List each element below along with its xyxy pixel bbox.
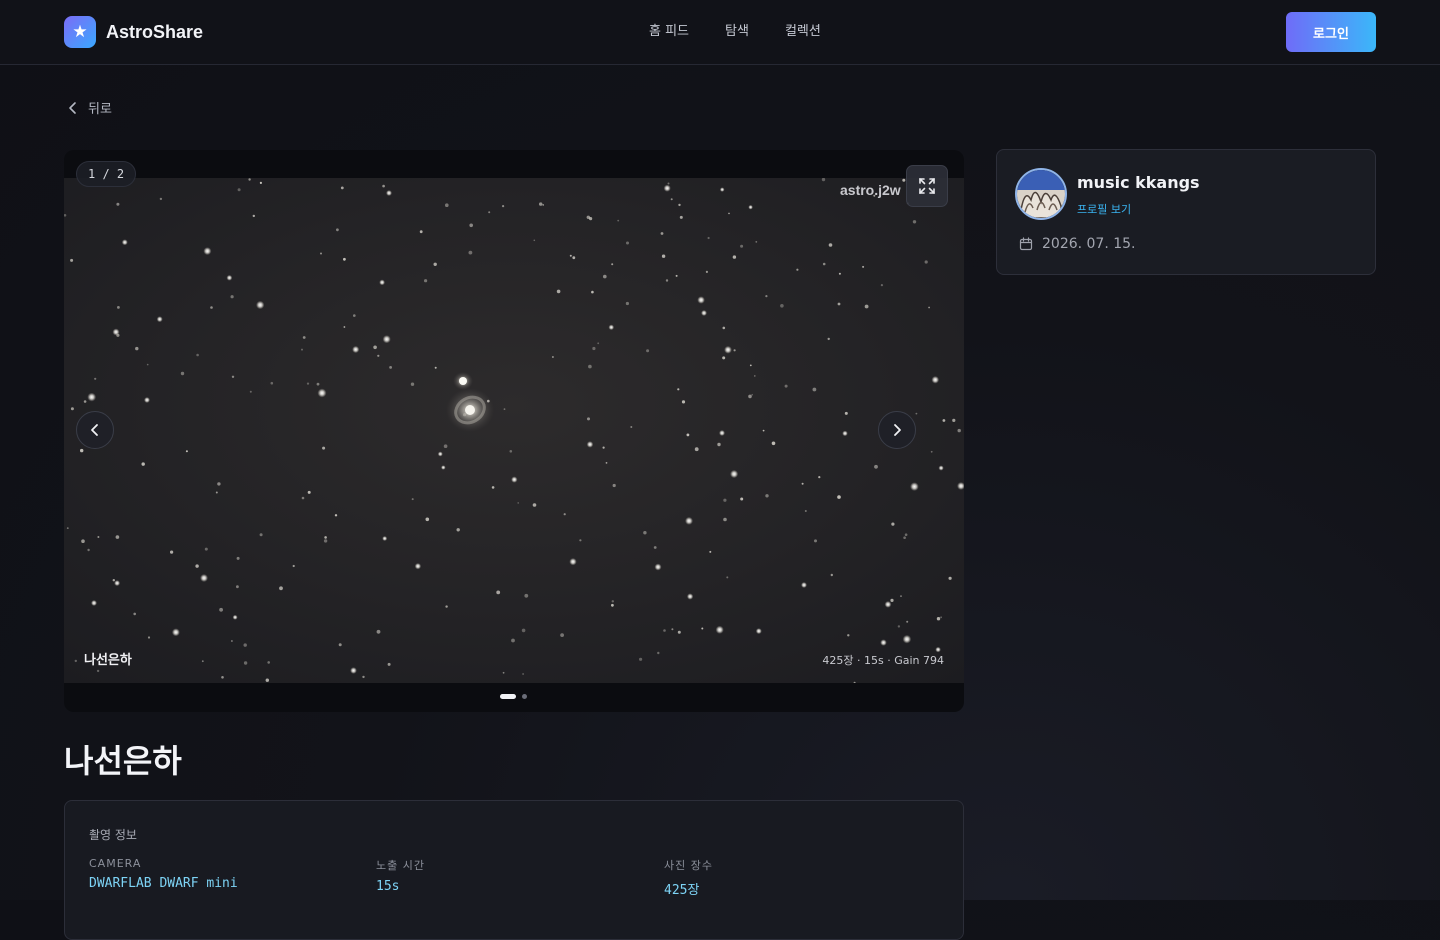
exposure-value: 15s [376,879,400,894]
post-date: 2026. 07. 15. [1019,236,1136,252]
back-label: 뒤로 [88,102,112,117]
image-counter: 1 / 2 [76,161,137,187]
top-bar: ★ AstroShare 홈 피드 탐색 컬렉션 로그인 [0,0,1440,65]
previous-image-button[interactable] [76,411,114,449]
post-date-text: 2026. 07. 15. [1042,236,1136,252]
frame-count-label: 사진 장수 [664,859,713,872]
brand-name: AstroShare [106,21,204,42]
avatar[interactable] [1015,168,1067,220]
frame-count-value: 425장 [664,883,700,898]
slide-dot-2[interactable] [522,694,527,699]
astro-photo [64,178,964,683]
next-image-button[interactable] [878,411,916,449]
fullscreen-button[interactable] [906,165,948,207]
camera-value: DWARFLAB DWARF mini [89,876,238,891]
frame-count-field: 사진 장수 425장 [664,857,713,898]
calendar-icon [1019,237,1033,251]
image-viewer: 1 / 2 astro.j2w 나선은하 425장 · 15s · Gain 7… [64,150,964,712]
brand-logo[interactable]: ★ AstroShare [64,16,203,48]
back-link[interactable]: 뒤로 [66,98,112,117]
camera-label: CAMERA [89,857,142,870]
camera-field: CAMERA DWARFLAB DWARF mini [89,857,238,891]
exposure-field: 노출 시간 15s [376,857,425,894]
photo-caption-stats: 425장 · 15s · Gain 794 [822,654,944,667]
capture-info-card: 촬영 정보 CAMERA DWARFLAB DWARF mini 노출 시간 1… [64,800,964,940]
slide-indicator [500,694,527,699]
nav-home-feed[interactable]: 홈 피드 [649,22,689,42]
author-card: music kkangs 프로필 보기 2026. 07. 15. [996,149,1376,275]
login-button[interactable]: 로그인 [1286,12,1376,52]
star-icon: ★ [64,16,96,48]
photo-caption-title: 나선은하 [84,653,132,668]
nav-explore[interactable]: 탐색 [725,22,749,42]
chevron-left-icon [91,424,98,436]
post-title: 나선은하 [64,742,182,780]
view-profile-link[interactable]: 프로필 보기 [1077,201,1131,217]
slide-dot-1[interactable] [500,694,516,699]
nav-collections[interactable]: 컬렉션 [785,22,821,42]
author-name[interactable]: music kkangs [1077,173,1200,192]
exposure-label: 노출 시간 [376,859,425,872]
expand-icon [919,178,935,194]
photo-watermark: astro.j2w [840,182,901,198]
chevron-right-icon [894,424,901,436]
capture-info-heading: 촬영 정보 [89,828,137,842]
chevron-left-icon [69,101,76,114]
main-nav: 홈 피드 탐색 컬렉션 [649,22,857,42]
